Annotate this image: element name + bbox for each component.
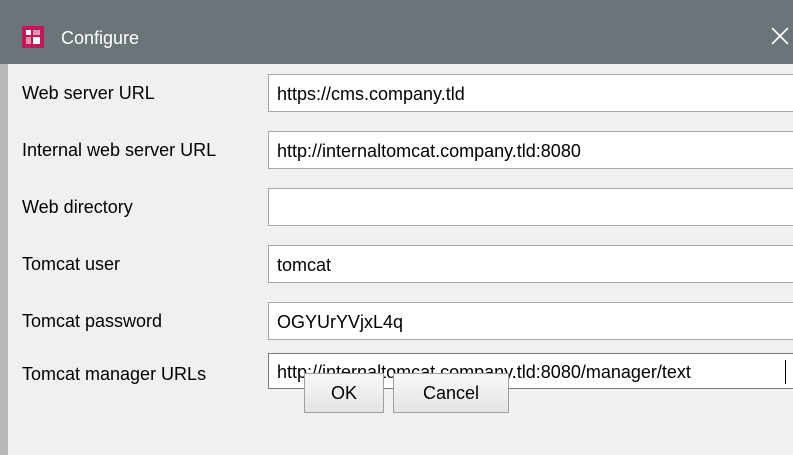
configure-dialog: Configure Web server URL https://cms.com…	[0, 0, 793, 455]
web-server-url-value: https://cms.company.tld	[277, 84, 465, 104]
close-icon[interactable]	[769, 22, 793, 48]
internal-web-server-url-value: http://internaltomcat.company.tld:8080	[277, 141, 581, 161]
tomcat-password-field[interactable]: OGYUrYVjxL4q	[268, 302, 793, 340]
tomcat-user-value: tomcat	[277, 255, 332, 275]
web-server-url-label: Web server URL	[22, 83, 155, 103]
web-directory-field[interactable]	[268, 188, 793, 226]
window-left-border	[0, 64, 8, 455]
ok-button[interactable]: OK	[304, 373, 384, 413]
web-directory-label: Web directory	[22, 197, 133, 217]
cancel-button[interactable]: Cancel	[393, 373, 509, 413]
internal-web-server-url-label: Internal web server URL	[22, 140, 217, 160]
tomcat-manager-urls-label: Tomcat manager URLs	[22, 364, 207, 384]
tomcat-user-field[interactable]: tomcat	[268, 245, 793, 283]
text-caret	[785, 360, 786, 384]
window-title: Configure	[61, 28, 140, 48]
web-server-url-field[interactable]: https://cms.company.tld	[268, 74, 793, 112]
tomcat-password-value: OGYUrYVjxL4q	[277, 312, 404, 332]
tomcat-user-label: Tomcat user	[22, 254, 121, 274]
tomcat-password-label: Tomcat password	[22, 311, 163, 331]
internal-web-server-url-field[interactable]: http://internaltomcat.company.tld:8080	[268, 131, 793, 169]
app-logo-icon	[22, 26, 44, 48]
title-bar[interactable]: Configure	[0, 0, 793, 64]
